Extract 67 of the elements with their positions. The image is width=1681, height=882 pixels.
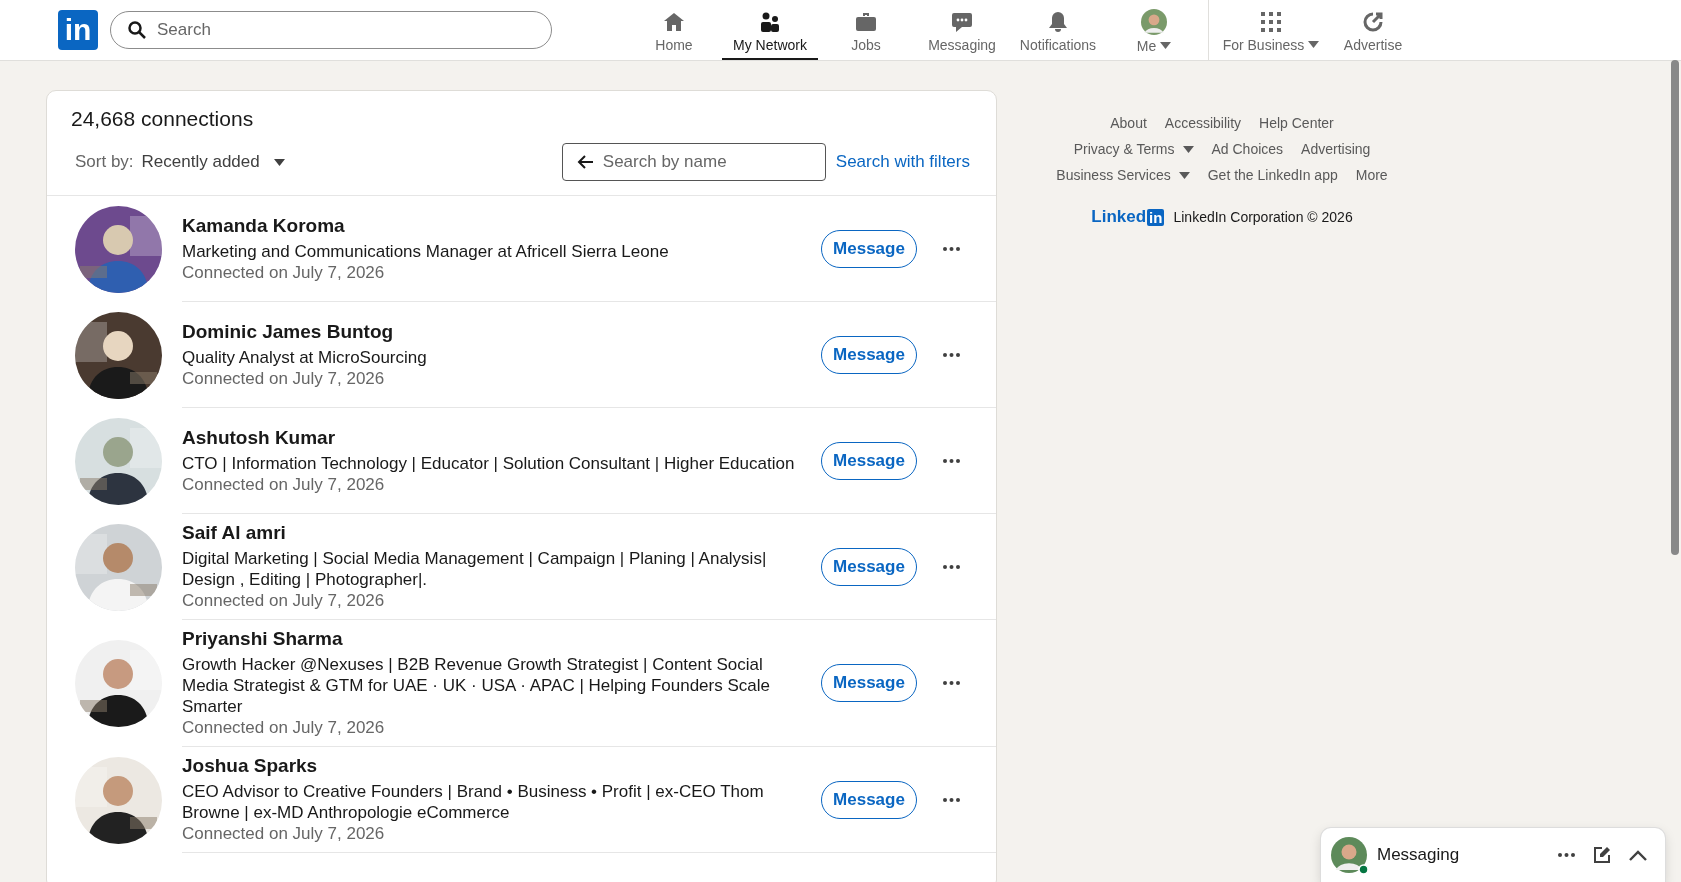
person-name[interactable]: Priyanshi Sharma <box>182 628 801 650</box>
person-name[interactable]: Joshua Sparks <box>182 755 801 777</box>
person-headline: CTO | Information Technology | Educator | Solution Consultant | Higher Education <box>182 452 796 474</box>
footer-link[interactable]: Business Services <box>1056 167 1190 183</box>
linkedin-logo: Linked in <box>1091 207 1165 227</box>
more-icon <box>943 681 960 685</box>
avatar-icon <box>1141 8 1167 35</box>
nav-tab[interactable]: Home <box>626 0 722 60</box>
name-search-field[interactable]: Search by name <box>561 143 826 181</box>
more-icon <box>943 246 960 251</box>
person-name[interactable]: Saif Al amri <box>182 522 801 544</box>
message-button[interactable]: Message <box>821 780 917 819</box>
person-headline: Digital Marketing | Social Media Management | Campaign | Planing | Analysis| Design , Editing | Photographer|. <box>182 548 768 590</box>
footer-link[interactable]: Privacy & Terms <box>1073 141 1194 157</box>
footer-link[interactable]: Ad Choices <box>1211 141 1284 157</box>
search-field[interactable]: Search <box>110 11 552 49</box>
messaging-bar[interactable]: Messaging <box>1321 828 1665 882</box>
more-icon <box>943 797 960 802</box>
connected-date: Connected on July 7, 2026 <box>182 823 386 844</box>
message-button[interactable]: Message <box>821 547 917 586</box>
nav-tab[interactable]: Notifications <box>1010 0 1106 60</box>
nav-tab[interactable]: My Network <box>722 0 818 60</box>
footer-link[interactable]: Accessibility <box>1164 115 1242 131</box>
sort-dropdown[interactable]: Sort by: Recently added <box>75 152 285 172</box>
person-headline: Growth Hacker @Nexuses | B2B Revenue Growth Strategist | Content Social Media Strategist & GTM for UAE · UK · USA · APAC | Helping Founders Scale Smarter <box>182 654 771 717</box>
back-arrow-icon <box>576 155 593 169</box>
connected-date: Connected on July 7, 2026 <box>182 717 386 738</box>
footer-link[interactable]: Get the LinkedIn app <box>1207 167 1338 183</box>
more-icon <box>1558 853 1575 857</box>
nav-tab[interactable]: Jobs <box>818 0 914 60</box>
chevron-up-icon <box>1629 849 1647 861</box>
nav-tab[interactable]: Advertise <box>1327 0 1419 60</box>
copyright-text: LinkedIn Corporation © 2026 <box>1173 209 1353 225</box>
person-headline: Quality Analyst at MicroSourcing <box>182 346 428 368</box>
messaging-title: Messaging <box>1377 845 1461 865</box>
more-icon <box>943 458 960 463</box>
connections-count: 24,668 connections <box>71 107 255 131</box>
nav-tab[interactable]: For Business <box>1215 0 1327 60</box>
grid-icon <box>1259 9 1283 34</box>
linkedin-logo[interactable]: in <box>58 10 98 50</box>
footer-link[interactable]: More <box>1355 167 1388 183</box>
compose-icon <box>1593 846 1611 864</box>
search-filters-link[interactable]: Search with filters <box>835 152 970 172</box>
connected-date: Connected on July 7, 2026 <box>182 590 386 611</box>
person-name[interactable]: Ashutosh Kumar <box>182 426 801 449</box>
nav-tab[interactable]: Messaging <box>914 0 1010 60</box>
footer-link[interactable]: About <box>1110 115 1147 131</box>
scrollbar[interactable] <box>1671 60 1679 555</box>
connected-date: Connected on July 7, 2026 <box>182 367 386 389</box>
footer-link[interactable]: Help Center <box>1259 115 1334 131</box>
nav-tab[interactable]: Me <box>1106 0 1202 60</box>
connected-date: Connected on July 7, 2026 <box>182 473 386 495</box>
person-name[interactable]: Kamanda Koroma <box>182 214 801 237</box>
connected-date: Connected on July 7, 2026 <box>182 261 386 283</box>
person-headline: CEO Advisor to Creative Founders | Brand • Business • Profit | ex-CEO Thom Browne | ex-MD Anthropologie eCommerce <box>182 781 765 823</box>
caret-icon <box>273 158 285 166</box>
message-button[interactable]: Message <box>821 229 917 268</box>
footer-link[interactable]: Advertising <box>1301 141 1371 157</box>
more-icon <box>943 564 960 569</box>
person-name[interactable]: Dominic James Buntog <box>182 320 801 343</box>
message-button[interactable]: Message <box>821 441 917 480</box>
more-icon <box>943 352 960 357</box>
message-button[interactable]: Message <box>821 664 917 702</box>
message-button[interactable]: Message <box>821 335 917 374</box>
avatar-icon <box>1331 837 1367 873</box>
person-headline: Marketing and Communications Manager at Africell Sierra Leone <box>182 240 670 262</box>
search-icon <box>128 21 146 39</box>
